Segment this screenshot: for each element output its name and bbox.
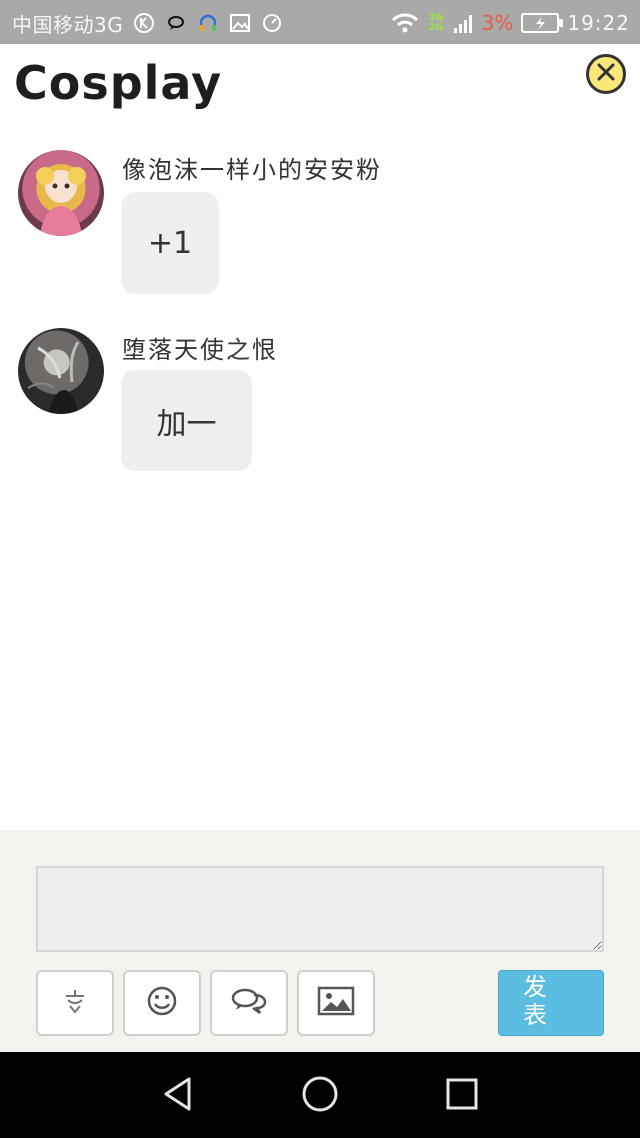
composer: 发表 bbox=[0, 830, 640, 1052]
comment-bubble: 加一 bbox=[121, 370, 252, 471]
headset-icon bbox=[197, 12, 219, 34]
send-button[interactable]: 发表 bbox=[498, 970, 604, 1036]
chat-bubble-icon bbox=[165, 12, 187, 34]
smiley-icon bbox=[146, 985, 178, 1021]
status-right: 3G 2G 3% 19:22 bbox=[390, 10, 630, 36]
network-type: 3G 2G bbox=[428, 13, 443, 33]
comment-item: 堕落天使之恨 加一 bbox=[0, 328, 640, 478]
picture-button[interactable] bbox=[297, 970, 375, 1036]
status-bar: 中国移动3G 3G 2G 3% 19:22 bbox=[0, 0, 640, 44]
recents-button[interactable] bbox=[440, 1074, 484, 1118]
page-title: Cosplay bbox=[14, 56, 223, 110]
k-icon bbox=[133, 12, 155, 34]
clock: 19:22 bbox=[567, 11, 630, 35]
close-button[interactable] bbox=[586, 54, 626, 94]
image-icon bbox=[229, 12, 251, 34]
close-icon bbox=[595, 61, 617, 87]
status-left: 中国移动3G bbox=[12, 10, 283, 37]
carrier-name: 中国移动3G bbox=[12, 12, 124, 37]
comment-bubble: +1 bbox=[121, 192, 219, 294]
comment-text: +1 bbox=[147, 225, 193, 261]
home-icon bbox=[301, 1075, 339, 1117]
signal-icon bbox=[452, 12, 474, 34]
navigation-bar bbox=[0, 1052, 640, 1138]
avatar[interactable] bbox=[18, 328, 104, 414]
recents-icon bbox=[445, 1077, 479, 1115]
back-button[interactable] bbox=[156, 1074, 200, 1118]
comment-text: 加一 bbox=[156, 406, 217, 442]
send-label: 发表 bbox=[523, 973, 547, 1029]
chat-button[interactable] bbox=[210, 970, 288, 1036]
battery-percent: 3% bbox=[481, 11, 514, 35]
comment-item: 像泡沫一样小的安安粉 +1 bbox=[0, 148, 640, 298]
emoji-button[interactable] bbox=[123, 970, 201, 1036]
chat-icon bbox=[230, 986, 268, 1020]
comment-input[interactable] bbox=[36, 866, 604, 952]
speedometer-icon bbox=[261, 12, 283, 34]
back-icon bbox=[161, 1076, 195, 1116]
sticker-icon bbox=[60, 986, 90, 1020]
comment-username: 堕落天使之恨 bbox=[122, 336, 278, 364]
home-button[interactable] bbox=[298, 1074, 342, 1118]
sticker-button[interactable] bbox=[36, 970, 114, 1036]
network-bottom: 2G bbox=[428, 22, 444, 33]
picture-icon bbox=[317, 986, 355, 1020]
battery-charging-icon bbox=[521, 13, 564, 33]
wifi-icon bbox=[390, 12, 420, 34]
avatar[interactable] bbox=[18, 150, 104, 236]
comment-username: 像泡沫一样小的安安粉 bbox=[122, 156, 382, 184]
